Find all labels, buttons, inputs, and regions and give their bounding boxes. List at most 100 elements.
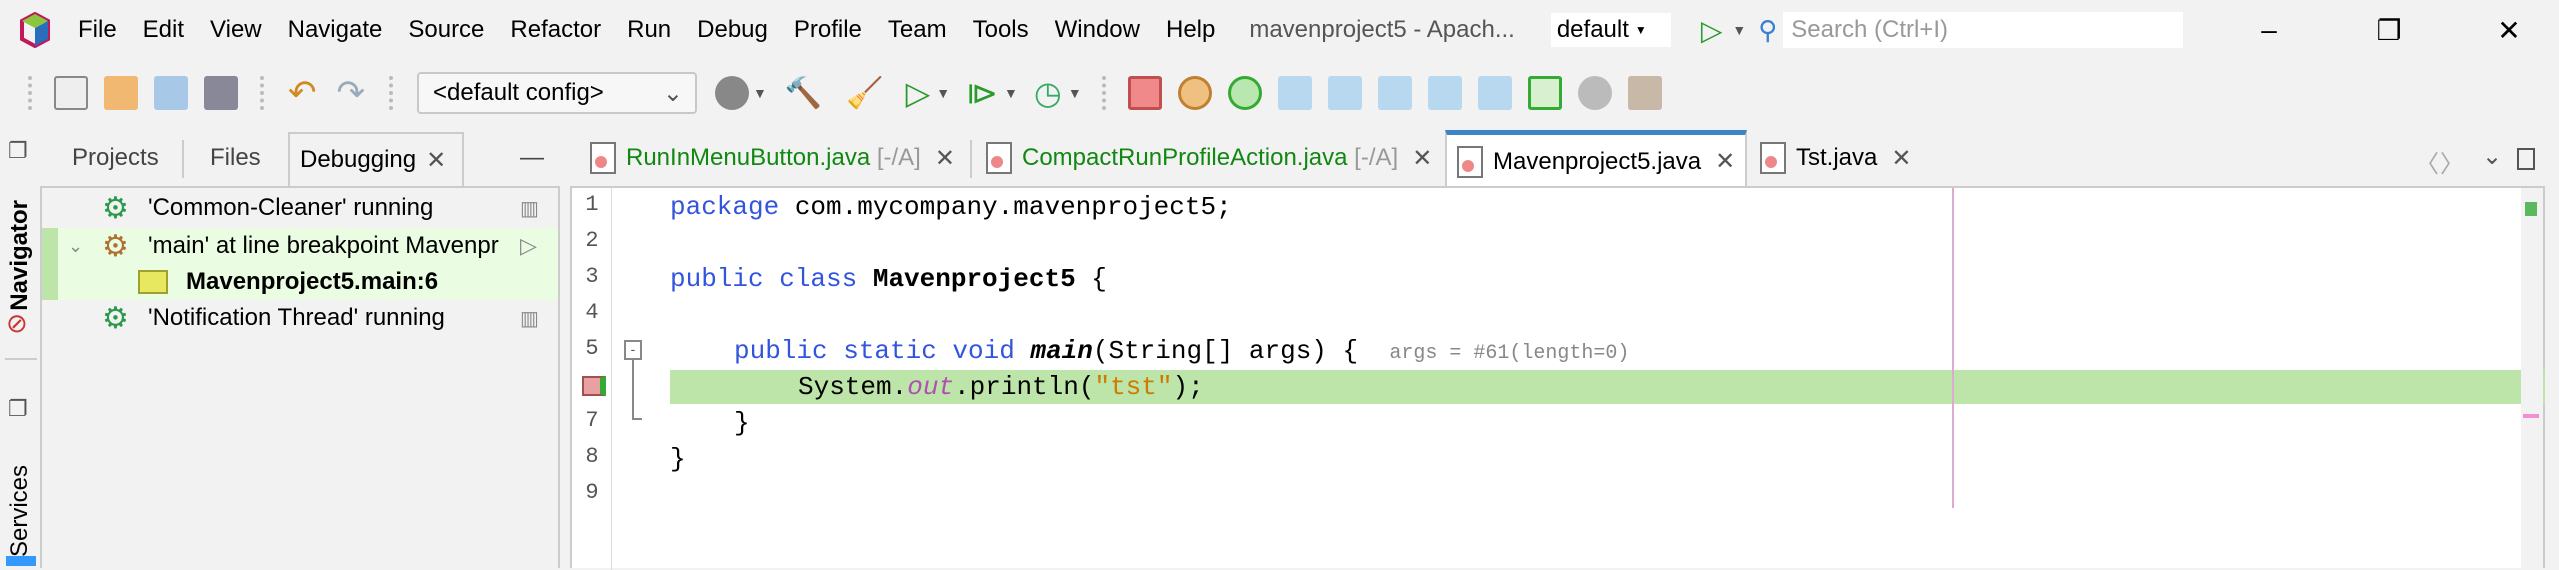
toolbar-grip[interactable] xyxy=(260,76,264,110)
pause-io-icon[interactable] xyxy=(1577,76,1612,110)
editor-tab-mavenproject5[interactable]: Mavenproject5.java ✕ xyxy=(1445,130,1747,188)
toolbar-grip[interactable] xyxy=(28,76,32,110)
services-tab[interactable]: Services xyxy=(6,465,34,557)
toolbar-grip[interactable] xyxy=(1101,76,1106,110)
scroll-tabs-right-icon[interactable]: 〉 xyxy=(2440,144,2464,179)
right-margin-line xyxy=(1952,188,1954,508)
toolbar-grip[interactable] xyxy=(389,76,393,110)
tab-files[interactable]: Files xyxy=(210,144,261,172)
continue-icon[interactable] xyxy=(1227,76,1262,110)
menu-tools[interactable]: Tools xyxy=(973,16,1029,44)
restore-window-icon[interactable]: ❐ xyxy=(8,396,28,422)
build-icon[interactable]: 🔨 xyxy=(785,76,822,111)
menu-help[interactable]: Help xyxy=(1166,16,1215,44)
minimize-panel-button[interactable]: — xyxy=(520,144,544,172)
menu-profile[interactable]: Profile xyxy=(794,16,862,44)
pause-icon[interactable] xyxy=(1177,76,1212,110)
chevron-down-icon[interactable]: ⌄ xyxy=(68,236,83,257)
suspend-thread-icon[interactable]: ▥ xyxy=(520,306,539,331)
open-project-icon[interactable] xyxy=(154,76,188,110)
call-stack-frame[interactable]: Mavenproject5.main:6 xyxy=(58,264,558,300)
menu-source[interactable]: Source xyxy=(408,16,484,44)
netbeans-logo-icon xyxy=(20,12,50,48)
tab-label: Tst.java xyxy=(1796,144,1878,171)
save-all-icon[interactable] xyxy=(204,76,238,110)
suspend-thread-icon[interactable]: ▥ xyxy=(520,196,539,221)
browser-icon[interactable] xyxy=(715,76,749,110)
undo-icon[interactable]: ↶ xyxy=(288,73,317,113)
close-icon[interactable]: ✕ xyxy=(935,144,955,173)
line-number: 9 xyxy=(585,480,599,505)
search-input[interactable]: Search (Ctrl+I) xyxy=(1783,12,2184,48)
tab-suffix: [-/A] xyxy=(1354,144,1399,171)
tab-projects[interactable]: Projects xyxy=(72,144,159,172)
apply-code-changes-icon[interactable] xyxy=(1527,76,1562,110)
close-icon[interactable]: ✕ xyxy=(1412,144,1432,173)
menu-debug[interactable]: Debug xyxy=(697,16,768,44)
dropdown-arrow-icon[interactable]: ▼ xyxy=(753,85,767,101)
menu-view[interactable]: View xyxy=(210,16,262,44)
close-icon[interactable]: ✕ xyxy=(1715,147,1735,176)
run-to-cursor-icon[interactable] xyxy=(1477,76,1512,110)
thread-row[interactable]: ⚙ 'Notification Thread' running ▥ xyxy=(42,300,558,336)
show-opened-documents-icon[interactable]: ⌄ xyxy=(2482,142,2502,171)
dropdown-arrow-icon[interactable]: ▼ xyxy=(1068,85,1082,101)
status-ok-icon xyxy=(2525,202,2537,216)
resume-thread-icon[interactable]: ▷ xyxy=(520,233,537,259)
editor-tab-compactrunprofileaction[interactable]: CompactRunProfileAction.java [-/A] ✕ xyxy=(976,130,1432,186)
restore-button[interactable]: ❐ xyxy=(2359,14,2419,47)
take-snapshot-icon[interactable] xyxy=(1627,76,1662,110)
menu-edit[interactable]: Edit xyxy=(143,16,184,44)
restore-window-icon[interactable]: ❐ xyxy=(8,138,28,164)
step-over-icon[interactable] xyxy=(1277,76,1312,110)
run-icon[interactable]: ▷ xyxy=(1701,14,1723,47)
line-number: 5 xyxy=(585,336,599,361)
close-icon[interactable]: ✕ xyxy=(426,146,446,176)
config-select[interactable]: default ▼ xyxy=(1550,13,1671,47)
code-editor[interactable]: 1 2 3 4 5 7 8 9 - package com.mycompany.… xyxy=(570,186,2545,570)
java-file-icon xyxy=(590,142,616,174)
menu-bar: File Edit View Navigate Source Refactor … xyxy=(0,0,2559,60)
step-over-expression-icon[interactable] xyxy=(1327,76,1362,110)
error-stripe[interactable] xyxy=(2521,188,2543,570)
scroll-tabs-left-icon[interactable]: 〈 xyxy=(2415,144,2439,179)
thread-row[interactable]: ⚙ 'Common-Cleaner' running ▥ xyxy=(42,190,558,226)
close-icon[interactable]: ✕ xyxy=(1891,144,1911,173)
editor-tab-runinmenubutton[interactable]: RunInMenuButton.java [-/A] ✕ xyxy=(580,130,955,186)
window-title: mavenproject5 - Apach... xyxy=(1249,16,1515,43)
tab-divider xyxy=(182,140,184,178)
code-line-7: } xyxy=(734,408,750,438)
tab-debugging[interactable]: Debugging ✕ xyxy=(288,132,464,188)
dropdown-arrow-icon[interactable]: ▼ xyxy=(936,85,950,101)
run-project-icon[interactable]: ▷ xyxy=(906,74,931,112)
navigator-tab[interactable]: Navigator xyxy=(6,200,34,311)
menu-file[interactable]: File xyxy=(78,16,117,44)
redo-icon[interactable]: ↷ xyxy=(337,73,366,113)
menu-refactor[interactable]: Refactor xyxy=(510,16,601,44)
fold-collapse-icon[interactable]: - xyxy=(624,340,642,360)
debug-project-icon[interactable]: ⧐ xyxy=(966,74,998,112)
config-dropdown[interactable]: <default config> ⌄ xyxy=(417,72,697,114)
menu-navigate[interactable]: Navigate xyxy=(288,16,383,44)
thread-row[interactable]: ⌄ ⚙ 'main' at line breakpoint Mavenpr ▷ xyxy=(58,228,558,264)
step-into-icon[interactable] xyxy=(1377,76,1412,110)
step-out-icon[interactable] xyxy=(1427,76,1462,110)
finish-debugger-icon[interactable] xyxy=(1127,76,1162,110)
new-project-icon[interactable] xyxy=(104,76,138,110)
menu-run[interactable]: Run xyxy=(627,16,671,44)
new-file-icon[interactable] xyxy=(54,76,88,110)
close-window-button[interactable]: ✕ xyxy=(2479,14,2539,47)
dropdown-arrow-icon[interactable]: ▼ xyxy=(1732,22,1746,38)
inline-variable-hint: args = #61(length=0) xyxy=(1389,342,1630,365)
breakpoint-current-line-icon[interactable] xyxy=(582,376,606,396)
maximize-window-icon[interactable] xyxy=(2517,148,2535,170)
profile-project-icon[interactable]: ◷ xyxy=(1034,74,1062,112)
menu-window[interactable]: Window xyxy=(1055,16,1140,44)
minimize-button[interactable]: – xyxy=(2239,14,2299,46)
menu-team[interactable]: Team xyxy=(888,16,947,44)
code-line-8: } xyxy=(670,444,686,474)
dropdown-arrow-icon[interactable]: ▼ xyxy=(1004,85,1018,101)
editor-tab-tst[interactable]: Tst.java ✕ xyxy=(1750,130,1911,186)
search-icon[interactable]: ⚲ xyxy=(1758,15,1777,46)
clean-build-icon[interactable]: 🧹 xyxy=(846,76,883,111)
